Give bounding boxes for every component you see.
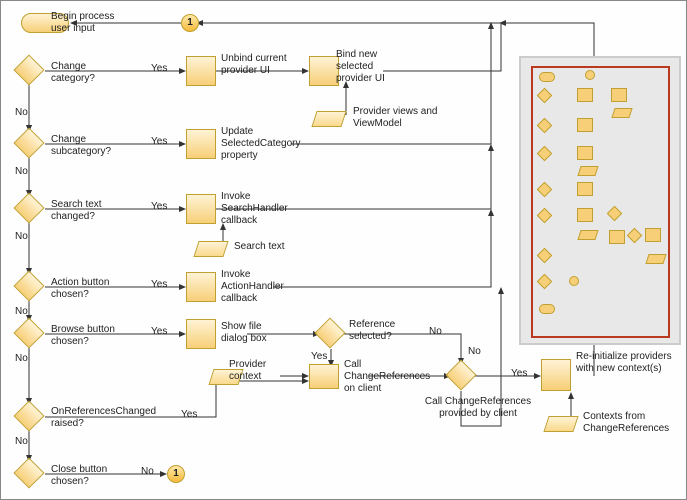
d4-yes: Yes — [151, 279, 167, 291]
d4-no: No — [15, 306, 28, 318]
d6-yes: Yes — [181, 409, 197, 421]
process-update-cat — [186, 129, 216, 159]
process-bind — [309, 56, 339, 86]
d8-no: No — [468, 346, 481, 358]
process-unbind — [186, 56, 216, 86]
d8-yes: Yes — [511, 368, 527, 380]
data-search-label: Search text — [234, 241, 304, 253]
thumbnail-panel — [519, 56, 681, 345]
data-contexts-out — [543, 416, 578, 432]
d3-no: No — [15, 231, 28, 243]
d5b-no: No — [429, 326, 442, 338]
d1-yes: Yes — [151, 63, 167, 75]
process-reinit-label: Re-initialize providers with new context… — [576, 351, 676, 375]
d1-no: No — [15, 107, 28, 119]
d2-no: No — [15, 166, 28, 178]
process-action — [186, 272, 216, 302]
d5-no: No — [15, 353, 28, 365]
process-action-label: Invoke ActionHandler callback — [221, 269, 311, 305]
process-browse — [186, 319, 216, 349]
process-callchange-label: Call ChangeReferences on client — [344, 359, 444, 395]
d3-yes: Yes — [151, 201, 167, 213]
data-views — [311, 111, 346, 127]
process-search — [186, 194, 216, 224]
start-label: Begin process user input — [51, 11, 131, 35]
decision-subcategory-label: Change subcategory? — [51, 134, 126, 158]
decision-search-label: Search text changed? — [51, 199, 121, 223]
decision-action-label: Action button chosen? — [51, 277, 131, 301]
data-views-label: Provider views and ViewModel — [353, 106, 453, 130]
flowchart: Begin process user input 1 Change catego… — [0, 0, 687, 500]
process-callchange — [309, 364, 339, 389]
process-browse-label: Show file dialog box — [221, 321, 286, 345]
decision-category-label: Change category? — [51, 61, 111, 85]
data-search — [193, 241, 228, 257]
thumbnail-highlight — [531, 66, 670, 338]
d5-yes: Yes — [151, 326, 167, 338]
decision-browse-label: Browse button chosen? — [51, 324, 136, 348]
data-context-label: Provider context — [229, 359, 284, 383]
d5b-yes: Yes — [311, 351, 327, 363]
decision-refselected-label: Reference selected? — [349, 319, 409, 343]
decision-onrefchanged-label: OnReferencesChanged raised? — [51, 406, 171, 430]
data-contexts-out-label: Contexts from ChangeReferences — [583, 411, 683, 435]
process-bind-label: Bind new selected provider UI — [336, 49, 411, 85]
d7-no: No — [141, 466, 154, 478]
connector-1-top: 1 — [181, 14, 199, 32]
process-search-label: Invoke SearchHandler callback — [221, 191, 311, 227]
process-update-cat-label: Update SelectedCategory property — [221, 126, 321, 162]
process-unbind-label: Unbind current provider UI — [221, 53, 291, 77]
connector-1-bottom: 1 — [167, 465, 185, 483]
decision-client-change-label: Call ChangeReferences provided by client — [423, 396, 533, 420]
d6-no: No — [15, 436, 28, 448]
process-reinit — [541, 359, 571, 391]
decision-close-label: Close button chosen? — [51, 464, 131, 488]
d2-yes: Yes — [151, 136, 167, 148]
